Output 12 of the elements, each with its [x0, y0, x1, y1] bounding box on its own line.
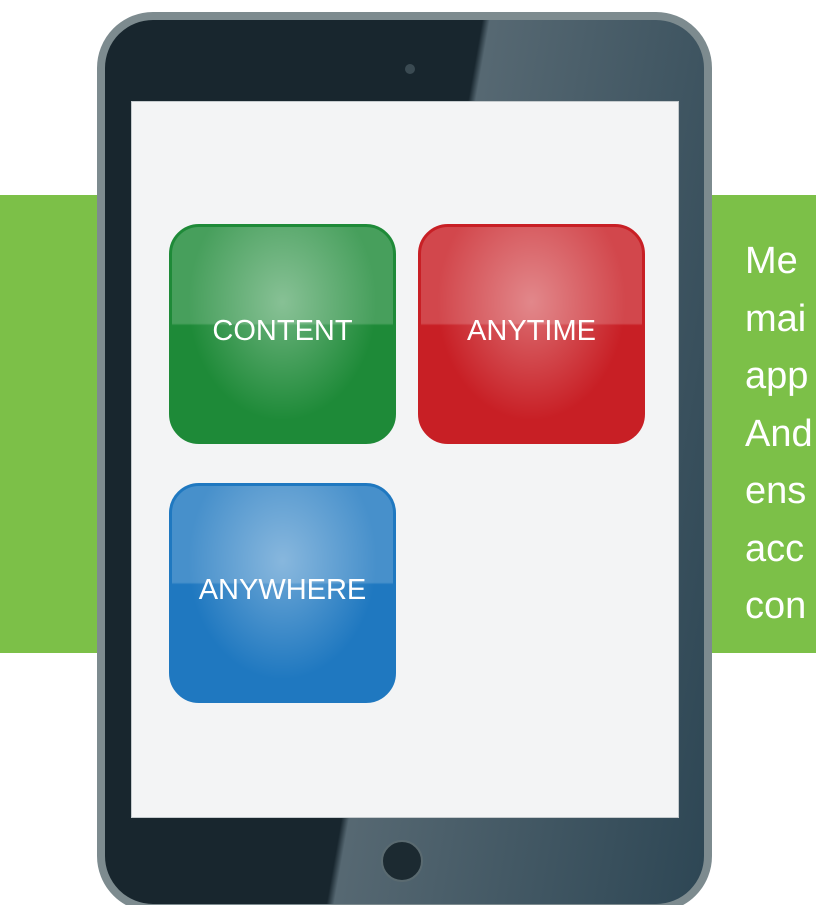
- app-tile[interactable]: ANYTIME: [418, 224, 645, 444]
- side-text-line: mai: [745, 296, 808, 342]
- home-button[interactable]: [381, 840, 423, 882]
- side-text-line: acc: [745, 526, 806, 572]
- side-text-line: And: [745, 412, 813, 456]
- side-text-line: con: [745, 584, 808, 629]
- camera-icon: [405, 64, 415, 74]
- app-tile[interactable]: ANYWHERE: [169, 483, 396, 703]
- app-tile[interactable]: CONTENT: [169, 224, 396, 444]
- side-text-line: ens: [745, 469, 808, 514]
- side-text-line: app: [745, 354, 810, 399]
- side-text-line: Me: [745, 239, 799, 284]
